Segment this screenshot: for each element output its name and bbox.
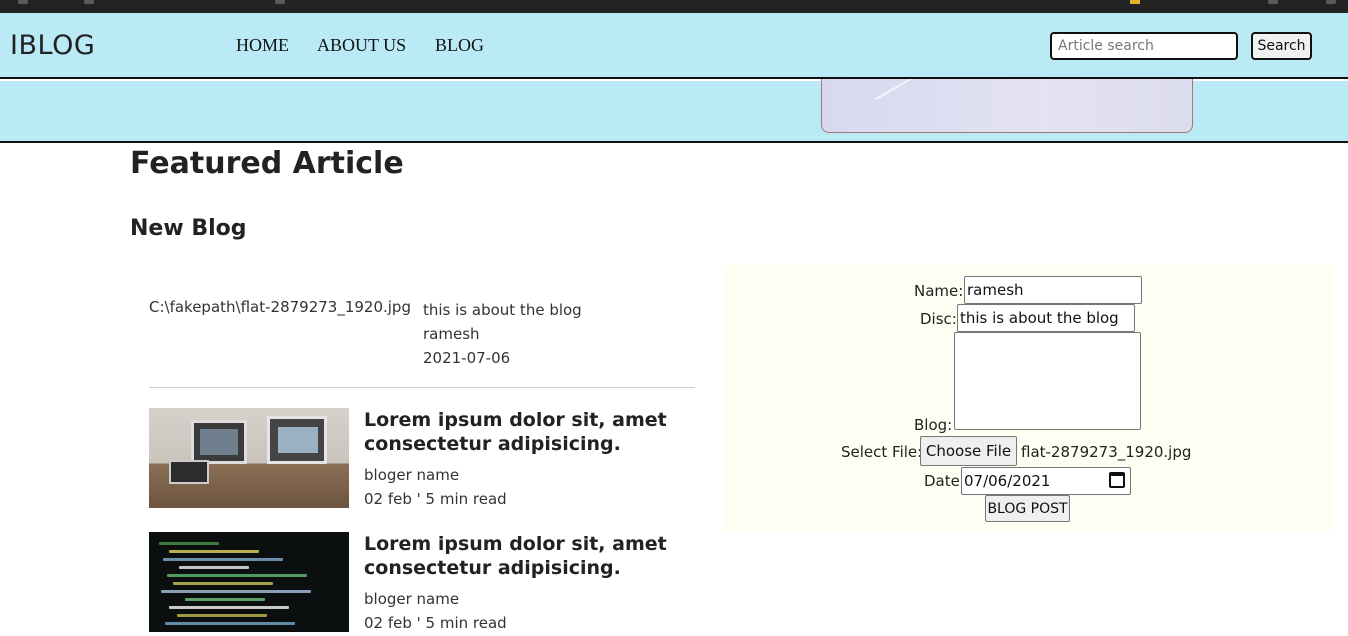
choose-file-button[interactable]: Choose File	[920, 436, 1017, 466]
disc-label: Disc:	[920, 310, 957, 328]
calendar-icon[interactable]	[1109, 472, 1125, 488]
new-blog-form: Name: Disc: Blog: Select File: Choose Fi…	[724, 265, 1332, 533]
new-post-description: this is about the blog	[423, 301, 582, 319]
desk-computers-image	[149, 408, 349, 508]
hero-banner	[0, 79, 1348, 143]
browser-bookmark-icon[interactable]	[275, 0, 285, 4]
browser-apps-icon[interactable]	[18, 0, 28, 4]
selected-file-name: flat-2879273_1920.jpg	[1021, 443, 1192, 461]
browser-bookmark-icon[interactable]	[84, 0, 94, 4]
new-post-author: ramesh	[423, 325, 480, 343]
article-title[interactable]: Lorem ipsum dolor sit, amet consectetur …	[364, 408, 684, 456]
browser-window-icon[interactable]	[1268, 0, 1278, 4]
date-label: Date:	[924, 472, 965, 490]
article-card[interactable]: Lorem ipsum dolor sit, amet consectetur …	[149, 532, 695, 636]
code-screen-image	[149, 532, 349, 632]
nav-home-link[interactable]: HOME	[236, 35, 289, 56]
blog-textarea[interactable]	[954, 332, 1141, 430]
select-file-label: Select File:	[841, 443, 923, 461]
name-label: Name:	[914, 282, 964, 300]
blog-label: Blog:	[914, 416, 953, 434]
disc-field[interactable]	[957, 304, 1135, 332]
nav-blog-link[interactable]: BLOG	[435, 35, 484, 56]
article-date: 02 feb ' 5 min read	[364, 490, 507, 508]
new-post-meta: this is about the blog ramesh 2021-07-06	[423, 298, 582, 370]
navbar: IBLOG HOME ABOUT US BLOG Search	[0, 13, 1348, 79]
article-search-input[interactable]	[1050, 32, 1238, 60]
divider	[149, 387, 695, 388]
hero-image	[821, 79, 1193, 133]
new-post-date: 2021-07-06	[423, 349, 511, 367]
article-author: bloger name	[364, 466, 460, 484]
article-author: bloger name	[364, 590, 460, 608]
site-brand[interactable]: IBLOG	[10, 30, 95, 61]
date-value[interactable]: 07/06/2021	[964, 472, 1050, 490]
article-card[interactable]: Lorem ipsum dolor sit, amet consectetur …	[149, 408, 695, 518]
featured-article-heading: Featured Article	[130, 146, 404, 181]
browser-menu-icon[interactable]	[1326, 0, 1336, 4]
search-button[interactable]: Search	[1251, 32, 1312, 60]
name-field[interactable]	[964, 276, 1142, 304]
article-date: 02 feb ' 5 min read	[364, 614, 507, 632]
new-blog-heading: New Blog	[130, 216, 247, 241]
browser-extension-icon[interactable]	[1130, 0, 1140, 4]
date-field[interactable]: 07/06/2021	[961, 467, 1131, 495]
nav-about-us-link[interactable]: ABOUT US	[317, 35, 406, 56]
article-title[interactable]: Lorem ipsum dolor sit, amet consectetur …	[364, 532, 684, 580]
blog-post-button[interactable]: BLOG POST	[985, 495, 1070, 522]
new-post-file-path: C:\fakepath\flat-2879273_1920.jpg	[149, 298, 411, 316]
browser-top-bar	[0, 0, 1348, 13]
